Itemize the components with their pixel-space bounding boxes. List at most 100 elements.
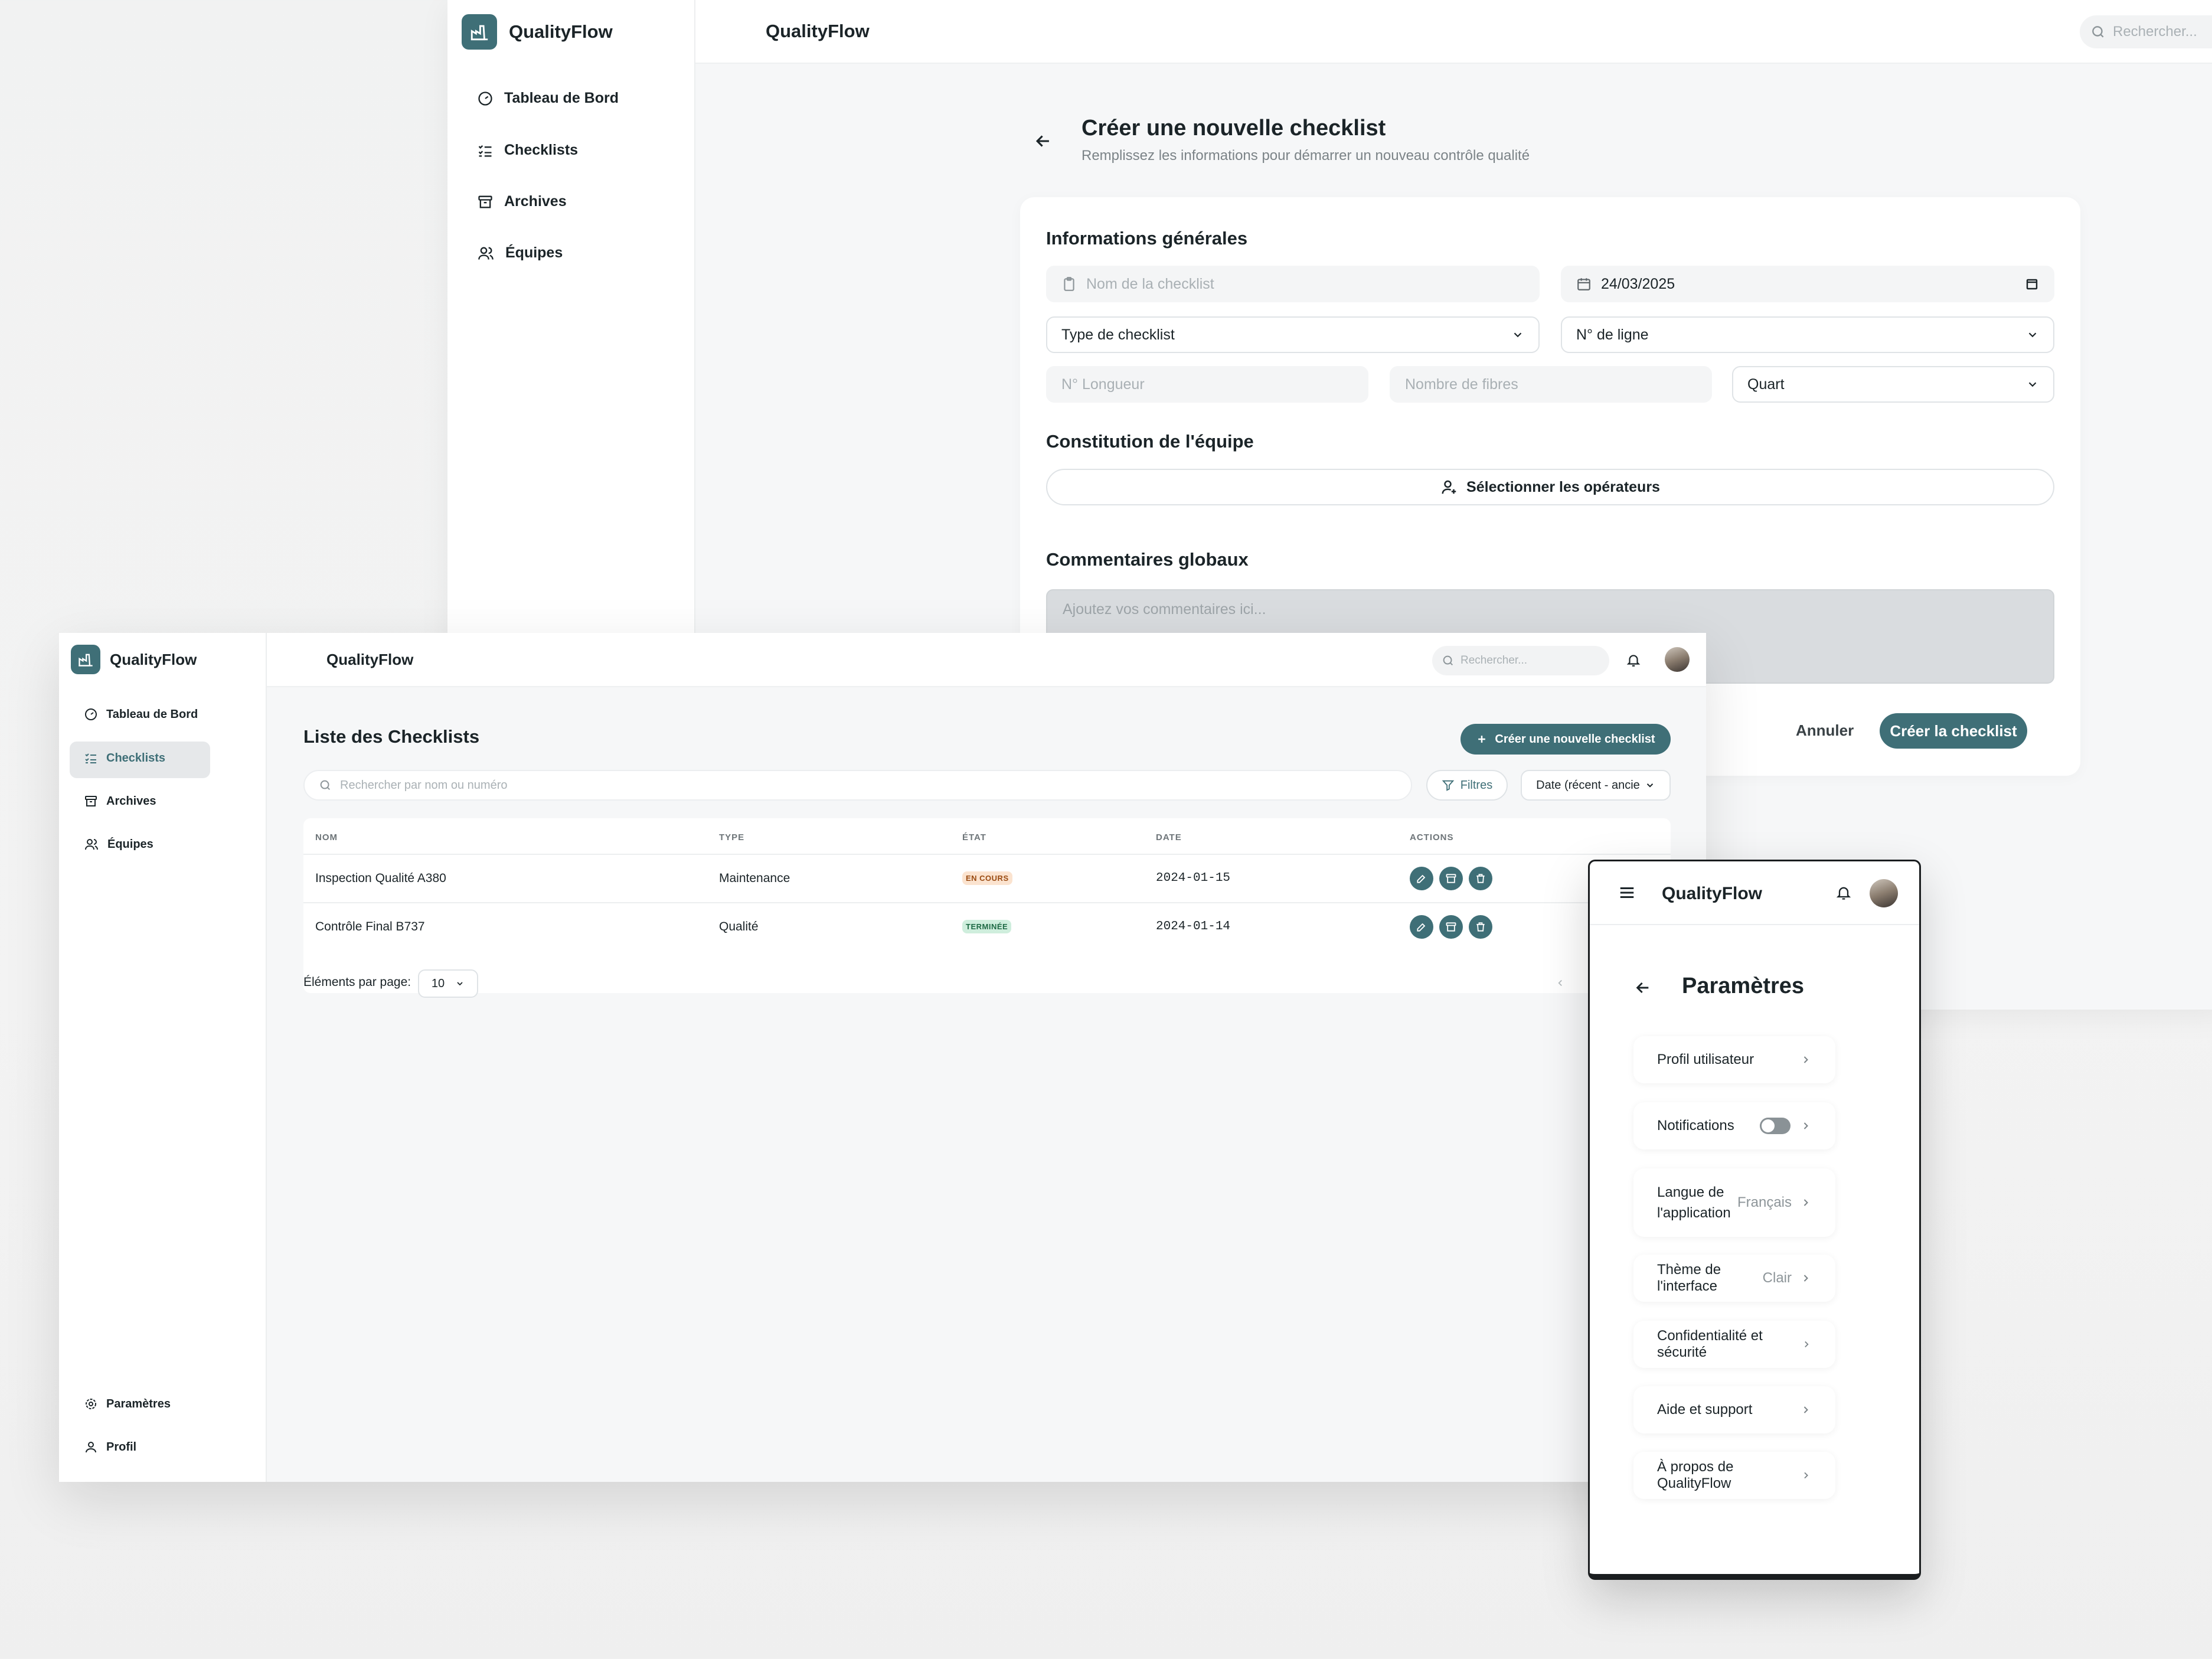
sidebar-item-label: Checklists bbox=[106, 751, 166, 765]
page-title: Liste des Checklists bbox=[303, 726, 480, 747]
sidebar-item-label: Paramètres bbox=[106, 1397, 171, 1410]
archive-icon bbox=[85, 796, 97, 806]
row-date: 2024-01-14 bbox=[1156, 920, 1231, 933]
create-checklist-button[interactable]: Créer la checklist bbox=[1880, 713, 2027, 749]
user-icon bbox=[86, 1442, 96, 1453]
mobile-top-bar: QualityFlow bbox=[1590, 861, 1919, 925]
cancel-button[interactable]: Annuler bbox=[1796, 721, 1854, 740]
chevron-right-icon bbox=[1803, 1056, 1808, 1063]
search-input[interactable]: Rechercher... bbox=[1432, 646, 1609, 675]
date-field[interactable]: 24/03/2025 bbox=[1561, 266, 2054, 302]
avatar[interactable] bbox=[1870, 879, 1898, 907]
search-input[interactable]: Rechercher... bbox=[2080, 15, 2212, 48]
chevron-right-icon bbox=[1803, 1122, 1808, 1129]
sidebar-item-label: Équipes bbox=[107, 837, 153, 851]
trash-icon[interactable] bbox=[1469, 867, 1492, 890]
archive-icon[interactable] bbox=[1439, 867, 1463, 890]
gauge-icon bbox=[478, 91, 492, 106]
chevron-left-icon[interactable] bbox=[1555, 978, 1566, 988]
chevron-down-icon bbox=[2028, 332, 2037, 338]
archive-icon bbox=[478, 195, 492, 208]
list-search-placeholder: Rechercher par nom ou numéro bbox=[340, 778, 508, 792]
column-header: ACTIONS bbox=[1410, 832, 1454, 842]
brand-logo[interactable]: QualityFlow bbox=[462, 14, 613, 50]
sidebar-item-checklists[interactable]: Checklists bbox=[84, 751, 165, 765]
row-actions bbox=[1410, 915, 1492, 939]
header-title: QualityFlow bbox=[766, 21, 870, 41]
archive-icon[interactable] bbox=[1439, 915, 1463, 939]
settings-item-privacy[interactable]: Confidentialité et sécurité bbox=[1633, 1321, 1835, 1368]
line-number-select[interactable]: N° de ligne bbox=[1561, 316, 2054, 353]
sidebar-item-archives[interactable]: Archives bbox=[84, 794, 156, 808]
per-page-select[interactable]: 10 bbox=[418, 969, 478, 998]
chevron-down-icon bbox=[457, 982, 463, 986]
chevron-right-icon bbox=[1805, 1341, 1809, 1348]
bell-icon[interactable] bbox=[1626, 652, 1641, 668]
filters-button[interactable]: Filtres bbox=[1426, 770, 1508, 801]
shift-label: Quart bbox=[1747, 375, 1785, 393]
user-plus-icon bbox=[1442, 480, 1456, 494]
settings-item-label: Confidentialité et sécurité bbox=[1657, 1328, 1763, 1360]
settings-item-language[interactable]: Langue de l'application Français bbox=[1633, 1168, 1835, 1237]
checklist-name-placeholder: Nom de la checklist bbox=[1086, 275, 1214, 292]
settings-item-value: Clair bbox=[1762, 1270, 1792, 1286]
trash-icon[interactable] bbox=[1469, 915, 1492, 939]
edit-icon[interactable] bbox=[1410, 915, 1433, 939]
length-number-input[interactable]: N° Longueur bbox=[1046, 366, 1368, 403]
gear-icon bbox=[86, 1399, 96, 1409]
sidebar-item-label: Tableau de Bord bbox=[504, 90, 619, 106]
notifications-toggle[interactable] bbox=[1760, 1118, 1790, 1134]
menu-icon[interactable] bbox=[1618, 885, 1636, 900]
per-page-value: 10 bbox=[431, 977, 445, 990]
settings-item-about[interactable]: À propos de QualityFlow bbox=[1633, 1452, 1835, 1499]
checklist-list-window: QualityFlow Tableau de Bord Checklists A… bbox=[59, 633, 1706, 1482]
list-check-icon bbox=[85, 753, 96, 763]
sidebar-item-dashboard[interactable]: Tableau de Bord bbox=[477, 90, 619, 107]
sidebar-item-teams[interactable]: Équipes bbox=[477, 244, 563, 262]
mobile-title: QualityFlow bbox=[1662, 884, 1763, 903]
settings-item-help[interactable]: Aide et support bbox=[1633, 1386, 1835, 1433]
bell-icon[interactable] bbox=[1835, 884, 1852, 902]
fiber-count-input[interactable]: Nombre de fibres bbox=[1390, 366, 1712, 403]
settings-item-theme[interactable]: Thème de l'interface Clair bbox=[1633, 1255, 1835, 1302]
sidebar-item-teams[interactable]: Équipes bbox=[84, 837, 153, 851]
settings-item-profile[interactable]: Profil utilisateur bbox=[1633, 1036, 1835, 1083]
select-operators-button[interactable]: Sélectionner les opérateurs bbox=[1046, 469, 2054, 505]
list-check-icon bbox=[478, 145, 492, 156]
sidebar-item-dashboard[interactable]: Tableau de Bord bbox=[84, 707, 198, 721]
table-row[interactable]: Inspection Qualité A380 Maintenance EN C… bbox=[303, 855, 1671, 903]
checklist-type-label: Type de checklist bbox=[1061, 326, 1175, 343]
fiber-count-placeholder: Nombre de fibres bbox=[1405, 375, 1518, 393]
chevron-down-icon bbox=[1514, 332, 1522, 338]
row-name: Inspection Qualité A380 bbox=[315, 871, 446, 885]
clipboard-icon bbox=[1064, 277, 1074, 291]
edit-icon[interactable] bbox=[1410, 867, 1433, 890]
back-arrow-icon[interactable] bbox=[1633, 978, 1652, 997]
back-arrow-icon[interactable] bbox=[1033, 131, 1053, 151]
gauge-icon bbox=[85, 708, 97, 720]
checklist-type-select[interactable]: Type de checklist bbox=[1046, 316, 1540, 353]
settings-item-label: Aide et support bbox=[1657, 1402, 1753, 1418]
sort-select[interactable]: Date (récent - ancie bbox=[1521, 770, 1671, 801]
sidebar-item-settings[interactable]: Paramètres bbox=[84, 1397, 171, 1411]
brand-logo[interactable]: QualityFlow bbox=[71, 645, 197, 674]
sidebar-item-profile[interactable]: Profil bbox=[84, 1440, 136, 1454]
table-row[interactable]: Contrôle Final B737 Qualité TERMINÉE 202… bbox=[303, 903, 1671, 952]
checklist-name-input[interactable]: Nom de la checklist bbox=[1046, 266, 1540, 302]
brand-name: QualityFlow bbox=[509, 21, 613, 42]
settings-item-value: Français bbox=[1737, 1194, 1792, 1210]
avatar[interactable] bbox=[1665, 647, 1690, 672]
users-icon bbox=[85, 839, 98, 850]
calendar-picker-icon[interactable] bbox=[2025, 277, 2039, 291]
table-header: NOM TYPE ÉTAT DATE ACTIONS bbox=[303, 818, 1671, 855]
sidebar-item-checklists[interactable]: Checklists bbox=[477, 142, 578, 159]
chevron-right-icon bbox=[1803, 1275, 1808, 1282]
sidebar-item-archives[interactable]: Archives bbox=[477, 193, 567, 210]
shift-select[interactable]: Quart bbox=[1732, 366, 2054, 403]
new-checklist-button[interactable]: Créer une nouvelle checklist bbox=[1460, 724, 1671, 755]
list-search-input[interactable]: Rechercher par nom ou numéro bbox=[303, 770, 1412, 801]
settings-item-label: Thème de l'interface bbox=[1657, 1262, 1721, 1294]
settings-item-notifications[interactable]: Notifications bbox=[1633, 1102, 1835, 1149]
date-value: 24/03/2025 bbox=[1601, 275, 1675, 292]
status-badge: EN COURS bbox=[962, 871, 1012, 885]
